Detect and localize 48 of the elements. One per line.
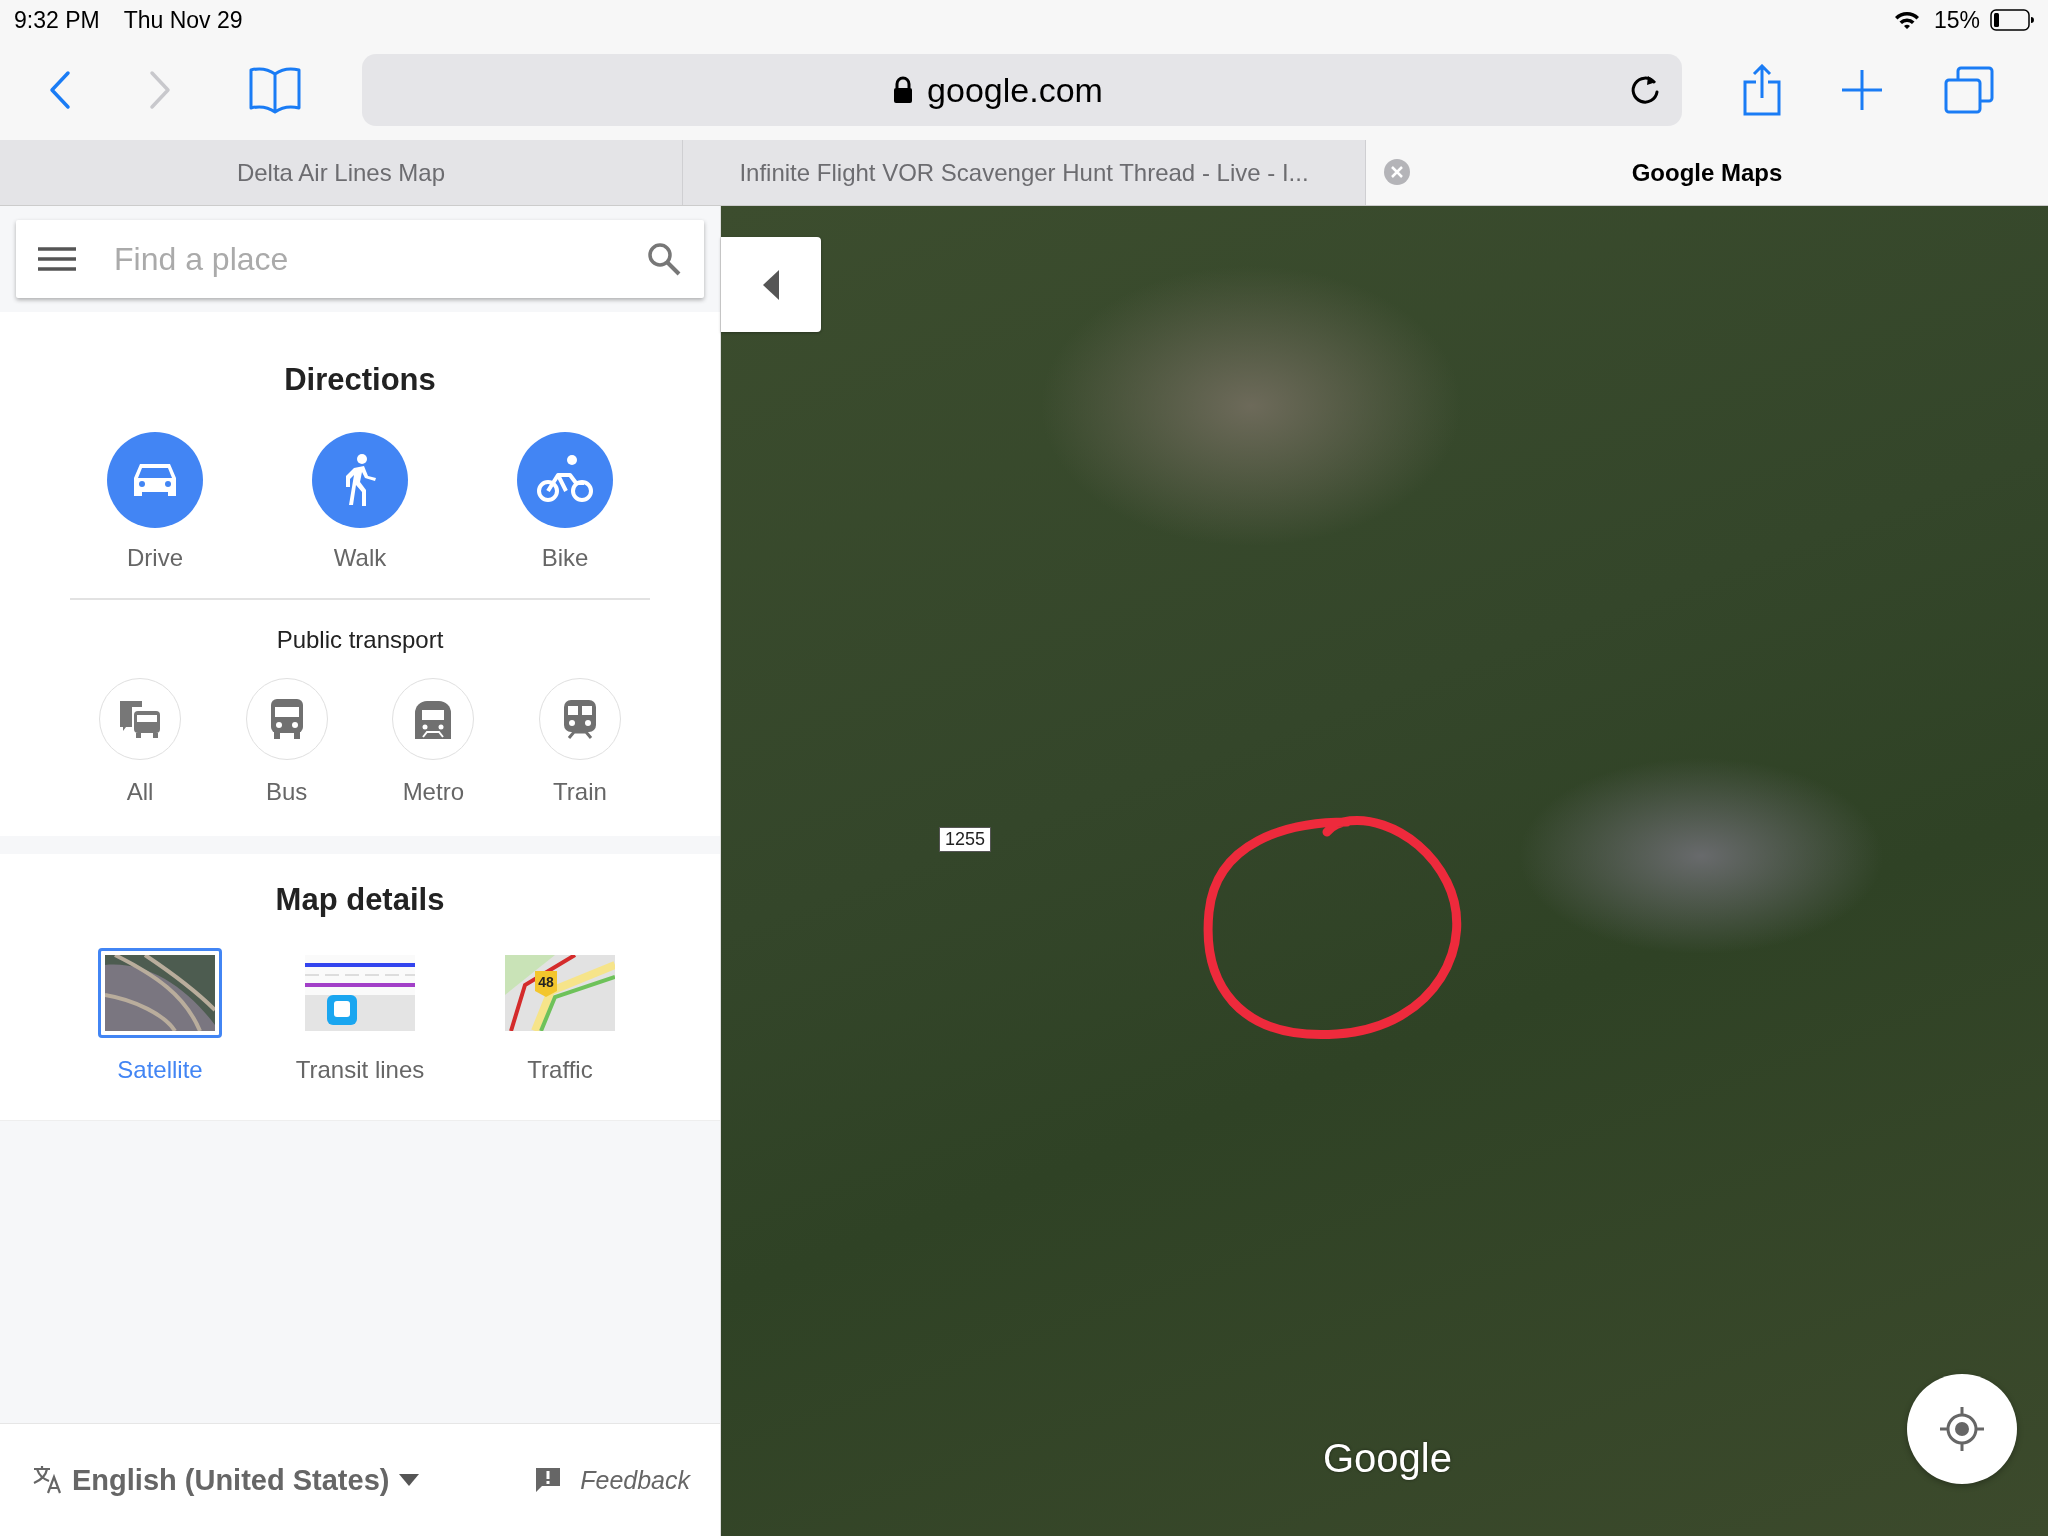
feedback-icon (534, 1466, 563, 1494)
lock-icon (893, 76, 914, 104)
share-icon[interactable] (1742, 64, 1782, 116)
language-selector[interactable]: English (United States) (72, 1463, 390, 1497)
bicycle-icon (536, 455, 594, 505)
url-text: google.com (927, 70, 1103, 110)
browser-tab[interactable]: Delta Air Lines Map (0, 140, 683, 205)
wifi-icon (1893, 10, 1920, 30)
dropdown-caret-icon[interactable] (399, 1474, 420, 1486)
crosshair-icon (1938, 1405, 1986, 1453)
browser-tab[interactable]: Google Maps (1366, 140, 2048, 205)
metro-icon (413, 699, 454, 739)
back-icon[interactable] (48, 70, 72, 110)
transit-mode-label: Bus (265, 778, 308, 806)
transit-mode-label: All (126, 778, 154, 806)
menu-icon[interactable] (38, 247, 76, 271)
status-time: 9:32 PM (14, 6, 100, 34)
layer-label: Transit lines (295, 1056, 425, 1084)
bus-icon (269, 698, 304, 740)
address-bar[interactable]: google.com (362, 54, 1682, 126)
layer-label: Satellite (117, 1056, 203, 1084)
collapse-panel-button[interactable] (721, 237, 821, 332)
subsection-title: Public transport (276, 626, 444, 654)
feedback-link[interactable]: Feedback (580, 1465, 690, 1495)
transit-mode-label: Metro (402, 778, 464, 806)
search-field[interactable]: Find a place (112, 239, 610, 279)
search-bar[interactable]: Find a place (16, 220, 704, 298)
map-logo: Google (1323, 1436, 1452, 1481)
bus-and-train-icon (118, 699, 162, 739)
travel-mode-label: Drive (127, 544, 183, 572)
battery-icon (1990, 9, 2034, 31)
section-title: Map details (275, 882, 445, 918)
battery-percent: 15% (1933, 6, 1980, 34)
translate-icon (32, 1465, 62, 1495)
tabs-icon[interactable] (1944, 66, 1994, 114)
section-title: Directions (284, 362, 436, 398)
road-number-label: 1255 (939, 827, 992, 852)
bookmarks-icon[interactable] (248, 66, 302, 114)
status-date: Thu Nov 29 (123, 6, 243, 34)
new-tab-icon[interactable] (1840, 68, 1884, 112)
travel-mode-label: Bike (541, 544, 589, 572)
train-icon (562, 699, 597, 739)
caret-left-icon (763, 269, 779, 300)
layer-label: Traffic (527, 1056, 593, 1084)
travel-mode-label: Walk (333, 544, 387, 572)
search-icon[interactable] (646, 241, 682, 277)
layer-thumbnail[interactable] (98, 948, 222, 1038)
transit-mode-label: Train (553, 778, 607, 806)
